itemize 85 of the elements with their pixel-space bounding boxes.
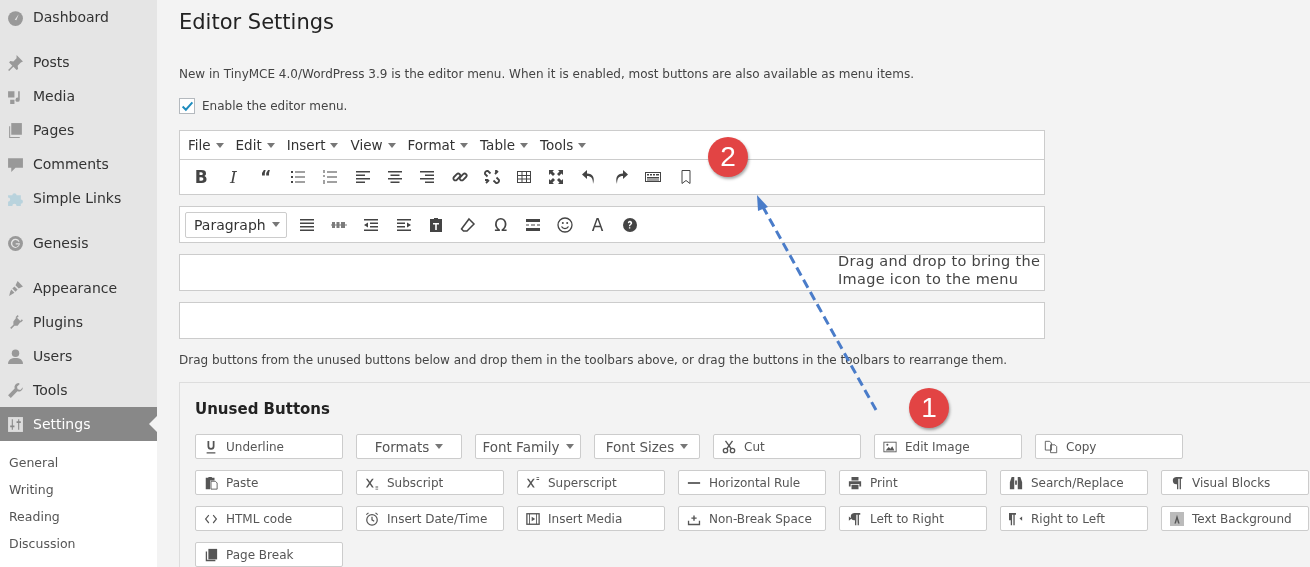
sidebar-item[interactable]: Pages — [0, 113, 157, 147]
clock-icon — [365, 511, 379, 526]
sidebar-item[interactable]: Dashboard — [0, 0, 157, 34]
editor-button[interactable]: Paste — [195, 470, 343, 495]
editor-button[interactable]: Page Break — [195, 542, 343, 567]
sidebar-item[interactable]: Media — [0, 79, 157, 113]
sidebar-item[interactable]: Plugins — [0, 305, 157, 339]
sidebar-item[interactable]: Users — [0, 339, 157, 373]
menu-item[interactable]: Format — [401, 137, 475, 153]
horizontal-line-icon — [687, 481, 701, 484]
rtl-icon — [1009, 511, 1023, 526]
toolbar-button[interactable]: Ω — [484, 211, 517, 238]
editor-button[interactable]: Search/Replace — [1000, 470, 1148, 495]
image-icon — [883, 439, 897, 454]
editor-button[interactable]: Non-Break Space — [678, 506, 826, 531]
editor-button[interactable]: Print — [839, 470, 987, 495]
editor-button[interactable]: Left to Right — [839, 506, 987, 531]
submenu-item[interactable]: Discussion — [0, 530, 157, 557]
sidebar-item[interactable]: Posts — [0, 45, 157, 79]
sidebar-item[interactable]: Simple Links — [0, 181, 157, 215]
sidebar-item[interactable]: Genesis — [0, 226, 157, 260]
binoculars-icon — [1009, 475, 1023, 490]
annotation-text: Drag and drop to bring the Image icon to the menu — [838, 252, 1042, 288]
submenu-item[interactable]: Writing — [0, 476, 157, 503]
ltr-icon — [848, 511, 862, 526]
checkbox[interactable] — [179, 98, 195, 114]
menu-item[interactable]: Table — [474, 137, 535, 153]
comment-icon — [7, 155, 24, 173]
circle-icon — [7, 234, 24, 252]
editor-button[interactable]: Copy — [1035, 434, 1183, 459]
page-title: Editor Settings — [179, 10, 334, 36]
sidebar-item[interactable]: Appearance — [0, 271, 157, 305]
step-badge: 1 — [909, 388, 949, 428]
editor-button[interactable]: Underline — [195, 434, 343, 459]
superscript-icon — [526, 475, 540, 490]
pin-icon — [7, 53, 24, 71]
editor-button[interactable]: HTML code — [195, 506, 343, 531]
dropdown-button[interactable]: Formats — [356, 434, 462, 459]
menu-item[interactable]: View — [344, 137, 402, 153]
editor-button[interactable]: Insert Media — [517, 506, 665, 531]
menu-item[interactable]: Edit — [229, 137, 281, 153]
editor-button[interactable]: Superscript — [517, 470, 665, 495]
description-text: New in TinyMCE 4.0/WordPress 3.9 is the editor menu. When it is enabled, most buttons are also available as menu items. — [179, 67, 914, 81]
editor-button[interactable]: Insert Date/Time — [356, 506, 504, 531]
highlight-icon — [1170, 511, 1184, 526]
dropdown-button[interactable]: Font Family — [475, 434, 581, 459]
editor-button[interactable]: Subscript — [356, 470, 504, 495]
copy-icon — [1044, 439, 1058, 454]
printer-icon — [848, 475, 862, 490]
scissors-icon — [722, 439, 736, 454]
sliders-icon — [7, 415, 24, 433]
format-select[interactable]: Paragraph — [185, 211, 287, 238]
underline-icon — [204, 439, 218, 454]
editor-button[interactable]: Cut — [713, 434, 861, 459]
toolbar-button[interactable]: “ — [249, 164, 282, 190]
sidebar-item[interactable]: Comments — [0, 147, 157, 181]
empty-toolbar[interactable] — [179, 254, 1045, 291]
instruction-text: Drag buttons from the unused buttons below and drop them in the toolbars above, or drag the buttons in the toolbars to rearrange them. — [179, 353, 1008, 367]
editor-button[interactable]: Right to Left — [1000, 506, 1148, 531]
pages-icon — [7, 121, 24, 139]
brush-icon — [7, 279, 24, 297]
dashboard-icon — [7, 8, 24, 26]
submenu-item[interactable]: Reading — [0, 503, 157, 530]
pages-icon — [204, 547, 218, 562]
sidebar-item[interactable]: Tools — [0, 373, 157, 407]
clipboard-icon — [204, 475, 218, 490]
menu-item[interactable]: Insert — [280, 137, 345, 153]
editor-button[interactable]: Text Background — [1161, 506, 1309, 531]
sidebar-item[interactable]: Settings — [0, 407, 157, 441]
film-icon — [526, 511, 540, 526]
editor-button[interactable]: Visual Blocks — [1161, 470, 1309, 495]
pilcrow-icon — [1170, 475, 1184, 490]
dropdown-button[interactable]: Font Sizes — [594, 434, 700, 459]
editor-button[interactable]: Edit Image — [874, 434, 1022, 459]
checkbox-label: Enable the editor menu. — [202, 99, 348, 113]
wrench-icon — [7, 381, 24, 399]
toolbar-button[interactable]: A — [581, 211, 614, 238]
menu-item[interactable]: File — [182, 137, 230, 153]
user-icon — [7, 347, 24, 365]
toolbar-button[interactable]: B — [185, 164, 218, 190]
editor-button[interactable]: Horizontal Rule — [678, 470, 826, 495]
toolbar-button[interactable]: I — [217, 164, 250, 190]
panel-title: Unused Buttons — [195, 400, 330, 418]
submenu-item[interactable]: General — [0, 449, 157, 476]
menu-item[interactable]: Tools — [534, 137, 593, 153]
